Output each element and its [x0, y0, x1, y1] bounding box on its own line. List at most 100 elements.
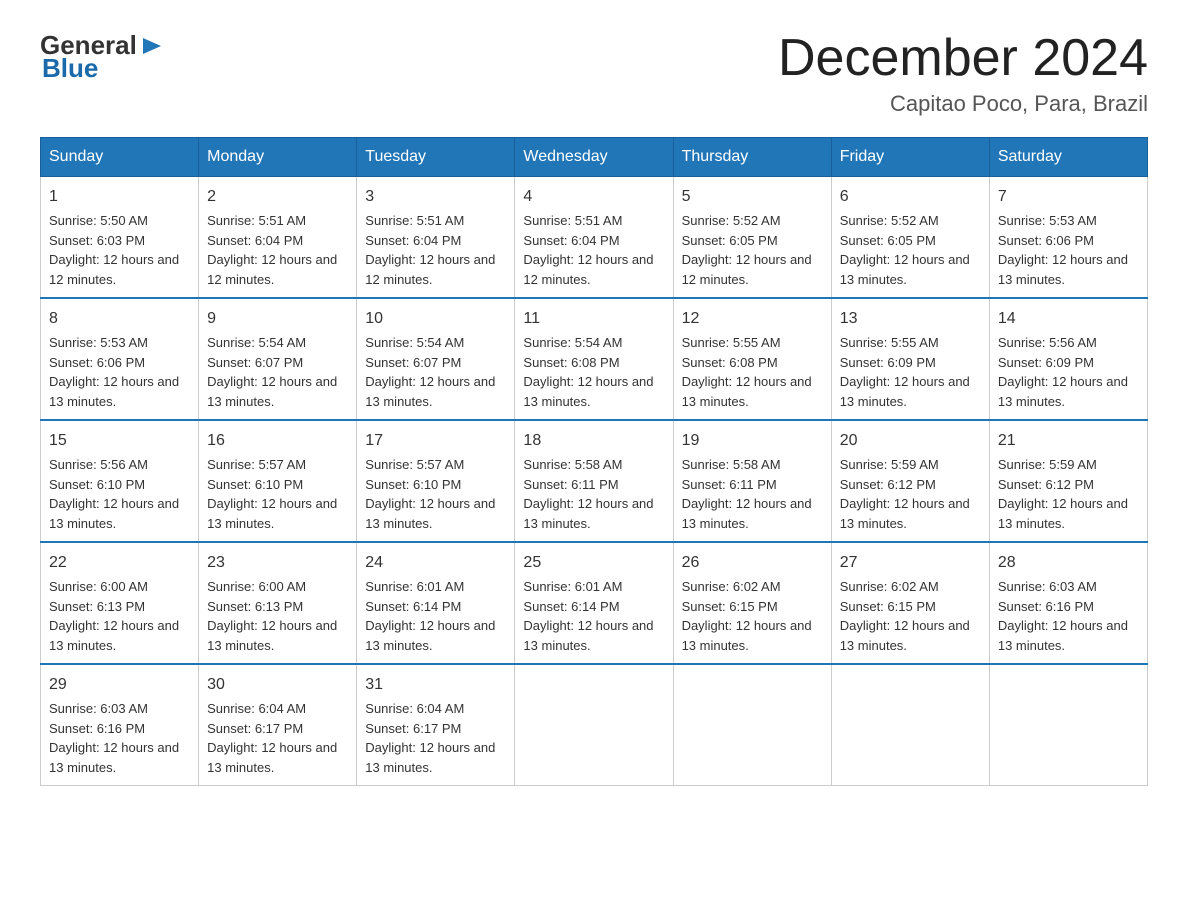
day-info: Sunrise: 5:57 AMSunset: 6:10 PMDaylight:…	[365, 455, 506, 533]
day-info: Sunrise: 5:55 AMSunset: 6:09 PMDaylight:…	[840, 333, 981, 411]
day-number: 11	[523, 307, 664, 331]
day-info: Sunrise: 5:54 AMSunset: 6:07 PMDaylight:…	[365, 333, 506, 411]
header-monday: Monday	[199, 138, 357, 177]
day-number: 16	[207, 429, 348, 453]
table-row: 11Sunrise: 5:54 AMSunset: 6:08 PMDayligh…	[515, 298, 673, 420]
day-info: Sunrise: 5:57 AMSunset: 6:10 PMDaylight:…	[207, 455, 348, 533]
table-row: 7Sunrise: 5:53 AMSunset: 6:06 PMDaylight…	[989, 177, 1147, 299]
day-info: Sunrise: 5:58 AMSunset: 6:11 PMDaylight:…	[682, 455, 823, 533]
day-info: Sunrise: 6:02 AMSunset: 6:15 PMDaylight:…	[840, 577, 981, 655]
day-number: 13	[840, 307, 981, 331]
table-row: 9Sunrise: 5:54 AMSunset: 6:07 PMDaylight…	[199, 298, 357, 420]
table-row	[831, 664, 989, 786]
day-number: 21	[998, 429, 1139, 453]
table-row: 27Sunrise: 6:02 AMSunset: 6:15 PMDayligh…	[831, 542, 989, 664]
calendar-week-row: 22Sunrise: 6:00 AMSunset: 6:13 PMDayligh…	[41, 542, 1148, 664]
table-row: 12Sunrise: 5:55 AMSunset: 6:08 PMDayligh…	[673, 298, 831, 420]
day-number: 27	[840, 551, 981, 575]
day-info: Sunrise: 5:51 AMSunset: 6:04 PMDaylight:…	[523, 211, 664, 289]
title-section: December 2024 Capitao Poco, Para, Brazil	[778, 30, 1148, 117]
day-info: Sunrise: 5:58 AMSunset: 6:11 PMDaylight:…	[523, 455, 664, 533]
day-info: Sunrise: 5:56 AMSunset: 6:10 PMDaylight:…	[49, 455, 190, 533]
table-row: 5Sunrise: 5:52 AMSunset: 6:05 PMDaylight…	[673, 177, 831, 299]
day-info: Sunrise: 5:54 AMSunset: 6:08 PMDaylight:…	[523, 333, 664, 411]
header-thursday: Thursday	[673, 138, 831, 177]
day-number: 12	[682, 307, 823, 331]
day-number: 15	[49, 429, 190, 453]
table-row: 15Sunrise: 5:56 AMSunset: 6:10 PMDayligh…	[41, 420, 199, 542]
day-number: 5	[682, 185, 823, 209]
table-row: 24Sunrise: 6:01 AMSunset: 6:14 PMDayligh…	[357, 542, 515, 664]
day-info: Sunrise: 6:00 AMSunset: 6:13 PMDaylight:…	[49, 577, 190, 655]
header-tuesday: Tuesday	[357, 138, 515, 177]
day-info: Sunrise: 6:02 AMSunset: 6:15 PMDaylight:…	[682, 577, 823, 655]
day-info: Sunrise: 6:04 AMSunset: 6:17 PMDaylight:…	[207, 699, 348, 777]
table-row: 31Sunrise: 6:04 AMSunset: 6:17 PMDayligh…	[357, 664, 515, 786]
table-row: 13Sunrise: 5:55 AMSunset: 6:09 PMDayligh…	[831, 298, 989, 420]
day-info: Sunrise: 6:01 AMSunset: 6:14 PMDaylight:…	[523, 577, 664, 655]
table-row: 18Sunrise: 5:58 AMSunset: 6:11 PMDayligh…	[515, 420, 673, 542]
day-info: Sunrise: 6:03 AMSunset: 6:16 PMDaylight:…	[998, 577, 1139, 655]
logo-blue-text: Blue	[42, 53, 98, 84]
day-number: 18	[523, 429, 664, 453]
table-row: 6Sunrise: 5:52 AMSunset: 6:05 PMDaylight…	[831, 177, 989, 299]
day-number: 9	[207, 307, 348, 331]
table-row: 10Sunrise: 5:54 AMSunset: 6:07 PMDayligh…	[357, 298, 515, 420]
header-sunday: Sunday	[41, 138, 199, 177]
table-row	[673, 664, 831, 786]
day-number: 19	[682, 429, 823, 453]
calendar-header-row: Sunday Monday Tuesday Wednesday Thursday…	[41, 138, 1148, 177]
day-number: 14	[998, 307, 1139, 331]
table-row: 14Sunrise: 5:56 AMSunset: 6:09 PMDayligh…	[989, 298, 1147, 420]
calendar-week-row: 29Sunrise: 6:03 AMSunset: 6:16 PMDayligh…	[41, 664, 1148, 786]
day-number: 24	[365, 551, 506, 575]
day-info: Sunrise: 5:51 AMSunset: 6:04 PMDaylight:…	[207, 211, 348, 289]
header-wednesday: Wednesday	[515, 138, 673, 177]
day-number: 1	[49, 185, 190, 209]
day-number: 10	[365, 307, 506, 331]
logo-arrow-icon	[139, 32, 167, 60]
table-row: 1Sunrise: 5:50 AMSunset: 6:03 PMDaylight…	[41, 177, 199, 299]
table-row: 26Sunrise: 6:02 AMSunset: 6:15 PMDayligh…	[673, 542, 831, 664]
day-number: 8	[49, 307, 190, 331]
table-row	[515, 664, 673, 786]
day-number: 20	[840, 429, 981, 453]
day-info: Sunrise: 5:53 AMSunset: 6:06 PMDaylight:…	[998, 211, 1139, 289]
day-info: Sunrise: 5:55 AMSunset: 6:08 PMDaylight:…	[682, 333, 823, 411]
day-number: 7	[998, 185, 1139, 209]
day-number: 28	[998, 551, 1139, 575]
day-info: Sunrise: 5:54 AMSunset: 6:07 PMDaylight:…	[207, 333, 348, 411]
table-row: 29Sunrise: 6:03 AMSunset: 6:16 PMDayligh…	[41, 664, 199, 786]
day-number: 2	[207, 185, 348, 209]
day-info: Sunrise: 5:50 AMSunset: 6:03 PMDaylight:…	[49, 211, 190, 289]
table-row: 28Sunrise: 6:03 AMSunset: 6:16 PMDayligh…	[989, 542, 1147, 664]
table-row: 3Sunrise: 5:51 AMSunset: 6:04 PMDaylight…	[357, 177, 515, 299]
table-row: 4Sunrise: 5:51 AMSunset: 6:04 PMDaylight…	[515, 177, 673, 299]
table-row: 22Sunrise: 6:00 AMSunset: 6:13 PMDayligh…	[41, 542, 199, 664]
day-number: 17	[365, 429, 506, 453]
day-number: 26	[682, 551, 823, 575]
table-row: 17Sunrise: 5:57 AMSunset: 6:10 PMDayligh…	[357, 420, 515, 542]
table-row: 25Sunrise: 6:01 AMSunset: 6:14 PMDayligh…	[515, 542, 673, 664]
table-row: 8Sunrise: 5:53 AMSunset: 6:06 PMDaylight…	[41, 298, 199, 420]
month-title: December 2024	[778, 30, 1148, 87]
day-info: Sunrise: 5:51 AMSunset: 6:04 PMDaylight:…	[365, 211, 506, 289]
calendar-week-row: 15Sunrise: 5:56 AMSunset: 6:10 PMDayligh…	[41, 420, 1148, 542]
location-subtitle: Capitao Poco, Para, Brazil	[778, 91, 1148, 117]
day-info: Sunrise: 5:56 AMSunset: 6:09 PMDaylight:…	[998, 333, 1139, 411]
day-info: Sunrise: 6:04 AMSunset: 6:17 PMDaylight:…	[365, 699, 506, 777]
calendar-week-row: 1Sunrise: 5:50 AMSunset: 6:03 PMDaylight…	[41, 177, 1148, 299]
day-info: Sunrise: 5:52 AMSunset: 6:05 PMDaylight:…	[682, 211, 823, 289]
header-saturday: Saturday	[989, 138, 1147, 177]
day-number: 23	[207, 551, 348, 575]
table-row: 20Sunrise: 5:59 AMSunset: 6:12 PMDayligh…	[831, 420, 989, 542]
table-row: 21Sunrise: 5:59 AMSunset: 6:12 PMDayligh…	[989, 420, 1147, 542]
day-number: 31	[365, 673, 506, 697]
page-header: General Blue December 2024 Capitao Poco,…	[40, 30, 1148, 117]
day-info: Sunrise: 5:59 AMSunset: 6:12 PMDaylight:…	[840, 455, 981, 533]
day-info: Sunrise: 5:53 AMSunset: 6:06 PMDaylight:…	[49, 333, 190, 411]
day-number: 29	[49, 673, 190, 697]
day-info: Sunrise: 6:00 AMSunset: 6:13 PMDaylight:…	[207, 577, 348, 655]
table-row: 19Sunrise: 5:58 AMSunset: 6:11 PMDayligh…	[673, 420, 831, 542]
table-row	[989, 664, 1147, 786]
